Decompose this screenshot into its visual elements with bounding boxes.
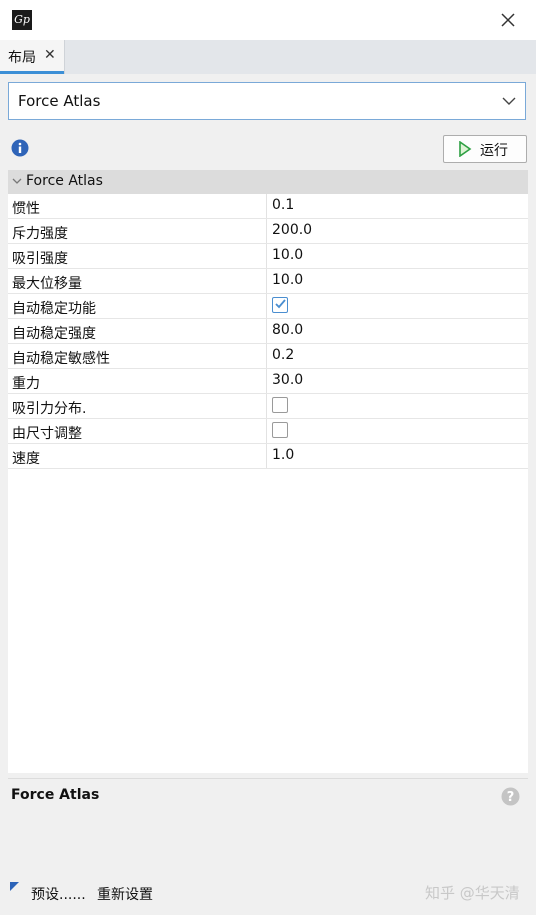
properties-panel: Force Atlas 惯性 0.1 斥力强度 200.0 吸引强度 10.0 …: [8, 170, 528, 773]
prop-row-auto-stabilize: 自动稳定功能: [8, 294, 528, 319]
prop-name: 自动稳定敏感性: [12, 351, 110, 367]
prop-name: 最大位移量: [12, 276, 82, 292]
run-button[interactable]: 运行: [443, 135, 527, 163]
prop-name: 自动稳定强度: [12, 326, 96, 342]
prop-value[interactable]: 200.0: [272, 222, 312, 238]
close-window-icon[interactable]: [498, 10, 518, 30]
prop-value[interactable]: 30.0: [272, 372, 303, 388]
tab-bar: 布局 ✕: [0, 40, 536, 74]
presets-button[interactable]: 预设......: [31, 884, 86, 904]
section-title: Force Atlas: [26, 173, 103, 189]
reset-button[interactable]: 重新设置: [97, 884, 153, 904]
prop-value[interactable]: 10.0: [272, 272, 303, 288]
prop-name: 自动稳定功能: [12, 301, 96, 317]
prop-value[interactable]: 0.1: [272, 197, 294, 213]
collapse-arrow-icon: [12, 178, 22, 184]
prop-name: 斥力强度: [12, 226, 68, 242]
prop-value[interactable]: 1.0: [272, 447, 294, 463]
title-bar: Gp: [0, 0, 536, 40]
prop-row-gravity: 重力 30.0: [8, 369, 528, 394]
prop-row-auto-stabilize-strength: 自动稳定强度 80.0: [8, 319, 528, 344]
preset-arrow-icon: [10, 882, 19, 891]
tab-layout-label: 布局: [8, 50, 36, 66]
prop-name: 由尺寸调整: [12, 426, 82, 442]
layout-algorithm-value: Force Atlas: [18, 92, 101, 110]
prop-name: 重力: [12, 376, 40, 392]
watermark: 知乎 @华天清: [425, 884, 520, 902]
auto-stabilize-checkbox[interactable]: [272, 297, 288, 313]
prop-row-inertia: 惯性 0.1: [8, 194, 528, 219]
prop-name: 吸引强度: [12, 251, 68, 267]
adjust-by-size-checkbox[interactable]: [272, 422, 288, 438]
prop-value[interactable]: 0.2: [272, 347, 294, 363]
svg-text:?: ?: [507, 790, 515, 805]
info-icon[interactable]: [11, 139, 29, 157]
description-title: Force Atlas: [11, 787, 100, 803]
prop-name: 速度: [12, 451, 40, 467]
prop-row-attraction-distribution: 吸引力分布.: [8, 394, 528, 419]
run-button-label: 运行: [480, 143, 508, 159]
prop-row-auto-stabilize-sensitivity: 自动稳定敏感性 0.2: [8, 344, 528, 369]
description-divider: [8, 778, 528, 779]
section-header[interactable]: Force Atlas: [8, 170, 528, 194]
prop-value[interactable]: 80.0: [272, 322, 303, 338]
tab-close-icon[interactable]: ✕: [44, 47, 56, 63]
chevron-down-icon: [502, 97, 516, 105]
prop-row-max-displacement: 最大位移量 10.0: [8, 269, 528, 294]
prop-name: 惯性: [12, 201, 40, 217]
tab-active-indicator: [0, 71, 64, 74]
play-icon: [459, 141, 472, 157]
prop-row-attraction: 吸引强度 10.0: [8, 244, 528, 269]
help-icon[interactable]: ?: [501, 787, 520, 806]
checkmark-icon: [275, 299, 286, 309]
tab-layout[interactable]: 布局 ✕: [0, 40, 65, 74]
attraction-distribution-checkbox[interactable]: [272, 397, 288, 413]
prop-row-speed: 速度 1.0: [8, 444, 528, 469]
prop-row-repulsion: 斥力强度 200.0: [8, 219, 528, 244]
prop-row-adjust-by-size: 由尺寸调整: [8, 419, 528, 444]
layout-algorithm-select[interactable]: Force Atlas: [8, 82, 526, 120]
prop-value[interactable]: 10.0: [272, 247, 303, 263]
prop-name: 吸引力分布.: [12, 401, 87, 417]
app-logo-icon: Gp: [12, 10, 32, 30]
